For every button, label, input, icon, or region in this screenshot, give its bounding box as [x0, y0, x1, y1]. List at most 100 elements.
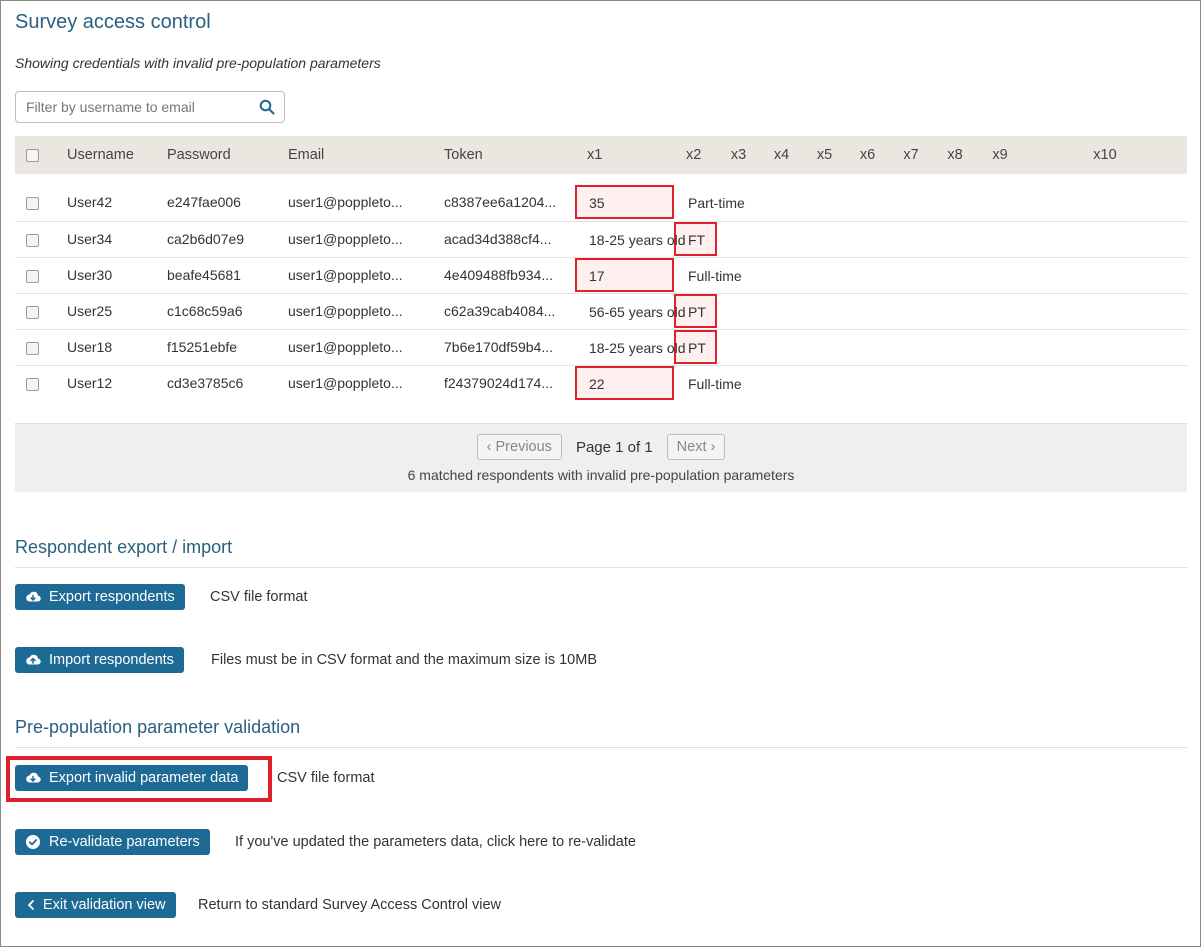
token-cell: c8387ee6a1204... — [432, 174, 575, 222]
export-invalid-parameter-data-button[interactable]: Export invalid parameter data — [15, 765, 249, 791]
x8-cell — [933, 293, 977, 330]
x10-cell — [1023, 329, 1187, 366]
row-checkbox[interactable] — [26, 378, 39, 392]
table-header-row: Username Password Email Token x1 x2 x3 x… — [15, 136, 1187, 174]
token-cell: 7b6e170df59b4... — [432, 329, 575, 366]
next-page-button[interactable]: Next › — [666, 434, 726, 460]
email-cell: user1@poppleto... — [276, 221, 432, 258]
page-frame: Survey access control Showing credential… — [0, 0, 1201, 947]
password-cell: beafe45681 — [155, 257, 276, 294]
search-box — [15, 91, 285, 123]
password-cell: cd3e3785c6 — [167, 375, 244, 392]
email-cell: user1@poppleto... — [276, 293, 432, 330]
x1-value: 18-25 years old — [589, 340, 686, 356]
username-cell: User34 — [55, 221, 155, 258]
row-checkbox[interactable] — [26, 269, 39, 283]
cloud-upload-icon — [26, 654, 41, 665]
x5-cell — [803, 174, 846, 222]
column-header-x1[interactable]: x1 — [575, 136, 674, 174]
row-select-cell — [15, 329, 55, 366]
column-header-x8[interactable]: x8 — [933, 136, 977, 174]
row-select-cell — [15, 221, 55, 258]
table-row[interactable]: User30 beafe45681 user1@poppleto... 4e40… — [15, 257, 1187, 294]
x4-cell — [760, 257, 803, 294]
x10-cell — [1023, 221, 1187, 258]
column-header-token[interactable]: Token — [432, 136, 575, 174]
x6-cell — [846, 174, 889, 222]
x1-value: 22 — [575, 366, 674, 401]
x6-cell — [846, 329, 889, 366]
export-respondents-label: Export respondents — [49, 589, 175, 605]
exit-validation-view-label: Exit validation view — [43, 897, 166, 913]
row-checkbox[interactable] — [26, 341, 39, 355]
page-title: Survey access control — [15, 11, 211, 33]
column-header-username[interactable]: Username — [55, 136, 155, 174]
table-row[interactable]: User34 ca2b6d07e9 user1@poppleto... acad… — [15, 221, 1187, 258]
row-checkbox[interactable] — [26, 305, 39, 319]
x5-cell — [803, 257, 846, 294]
row-select-cell — [15, 293, 55, 330]
column-header-x10[interactable]: x10 — [1023, 136, 1187, 174]
previous-page-button[interactable]: ‹ Previous — [476, 434, 562, 460]
row-checkbox[interactable] — [26, 197, 39, 211]
x10-cell — [1023, 365, 1187, 401]
email-cell: user1@poppleto... — [276, 329, 432, 366]
column-header-x4[interactable]: x4 — [760, 136, 803, 174]
export-respondents-button[interactable]: Export respondents — [15, 584, 185, 610]
match-summary: 6 matched respondents with invalid pre-p… — [407, 467, 795, 483]
pagination-controls: ‹ Previous Page 1 of 1 Next › — [15, 434, 1187, 460]
password-cell: f15251ebfe — [155, 329, 276, 366]
section-title-export-import: Respondent export / import — [15, 537, 233, 557]
column-header-x2[interactable]: x2 — [674, 136, 717, 174]
exit-validation-view-button[interactable]: Exit validation view — [15, 892, 176, 918]
table-row[interactable]: User42 e247fae006 user1@poppleto... c838… — [15, 174, 1187, 222]
import-respondents-description: Files must be in CSV format and the maxi… — [211, 652, 597, 668]
table-row[interactable]: User25 c1c68c59a6 user1@poppleto... c62a… — [15, 293, 1187, 330]
x1-value: 17 — [575, 258, 674, 292]
import-respondents-button[interactable]: Import respondents — [15, 647, 184, 673]
search-input[interactable] — [16, 92, 252, 122]
select-all-checkbox[interactable] — [26, 148, 39, 162]
x1-cell: 18-25 years old — [575, 221, 686, 258]
column-header-email[interactable]: Email — [276, 136, 432, 174]
revalidate-parameters-button[interactable]: Re-validate parameters — [15, 829, 210, 855]
username-cell: User25 — [55, 293, 155, 330]
column-header-x5[interactable]: x5 — [803, 136, 846, 174]
x2-cell: Full-time — [674, 257, 742, 294]
x5-cell — [803, 221, 846, 258]
x5-cell — [803, 293, 846, 330]
x9-cell — [977, 174, 1023, 222]
x4-cell — [760, 365, 803, 401]
x2-value: Full-time — [688, 268, 742, 284]
x6-cell — [846, 257, 889, 294]
x1-value: 56-65 years old — [589, 304, 686, 320]
column-header-x6[interactable]: x6 — [846, 136, 889, 174]
token-cell: f24379024d174... — [444, 375, 553, 392]
username-cell: User30 — [55, 257, 155, 294]
column-header-x9[interactable]: x9 — [977, 136, 1023, 174]
x7-cell — [889, 329, 933, 366]
column-header-x3[interactable]: x3 — [717, 136, 760, 174]
x2-cell: Part-time — [674, 174, 745, 222]
x9-cell — [977, 293, 1023, 330]
row-select-cell — [15, 365, 55, 401]
x1-value: 35 — [575, 185, 674, 220]
x1-cell: 22 — [575, 365, 674, 401]
x3-cell — [717, 293, 760, 330]
row-checkbox[interactable] — [26, 233, 39, 247]
table-row[interactable]: User18 f15251ebfe user1@poppleto... 7b6e… — [15, 329, 1187, 366]
x8-cell — [933, 221, 977, 258]
search-icon[interactable] — [259, 99, 275, 115]
table-row[interactable]: User12 cd3e3785c6 user1@poppleto... f243… — [15, 365, 1187, 401]
email-cell: user1@poppleto... — [276, 174, 432, 222]
x9-cell — [977, 329, 1023, 366]
x8-cell — [933, 257, 977, 294]
x1-cell: 17 — [575, 257, 674, 294]
x1-cell: 35 — [575, 174, 674, 222]
column-header-x7[interactable]: x7 — [889, 136, 933, 174]
cloud-download-icon — [26, 772, 41, 783]
x3-cell — [717, 329, 760, 366]
x4-cell — [760, 329, 803, 366]
column-header-password[interactable]: Password — [155, 136, 276, 174]
cloud-download-icon — [26, 591, 41, 602]
